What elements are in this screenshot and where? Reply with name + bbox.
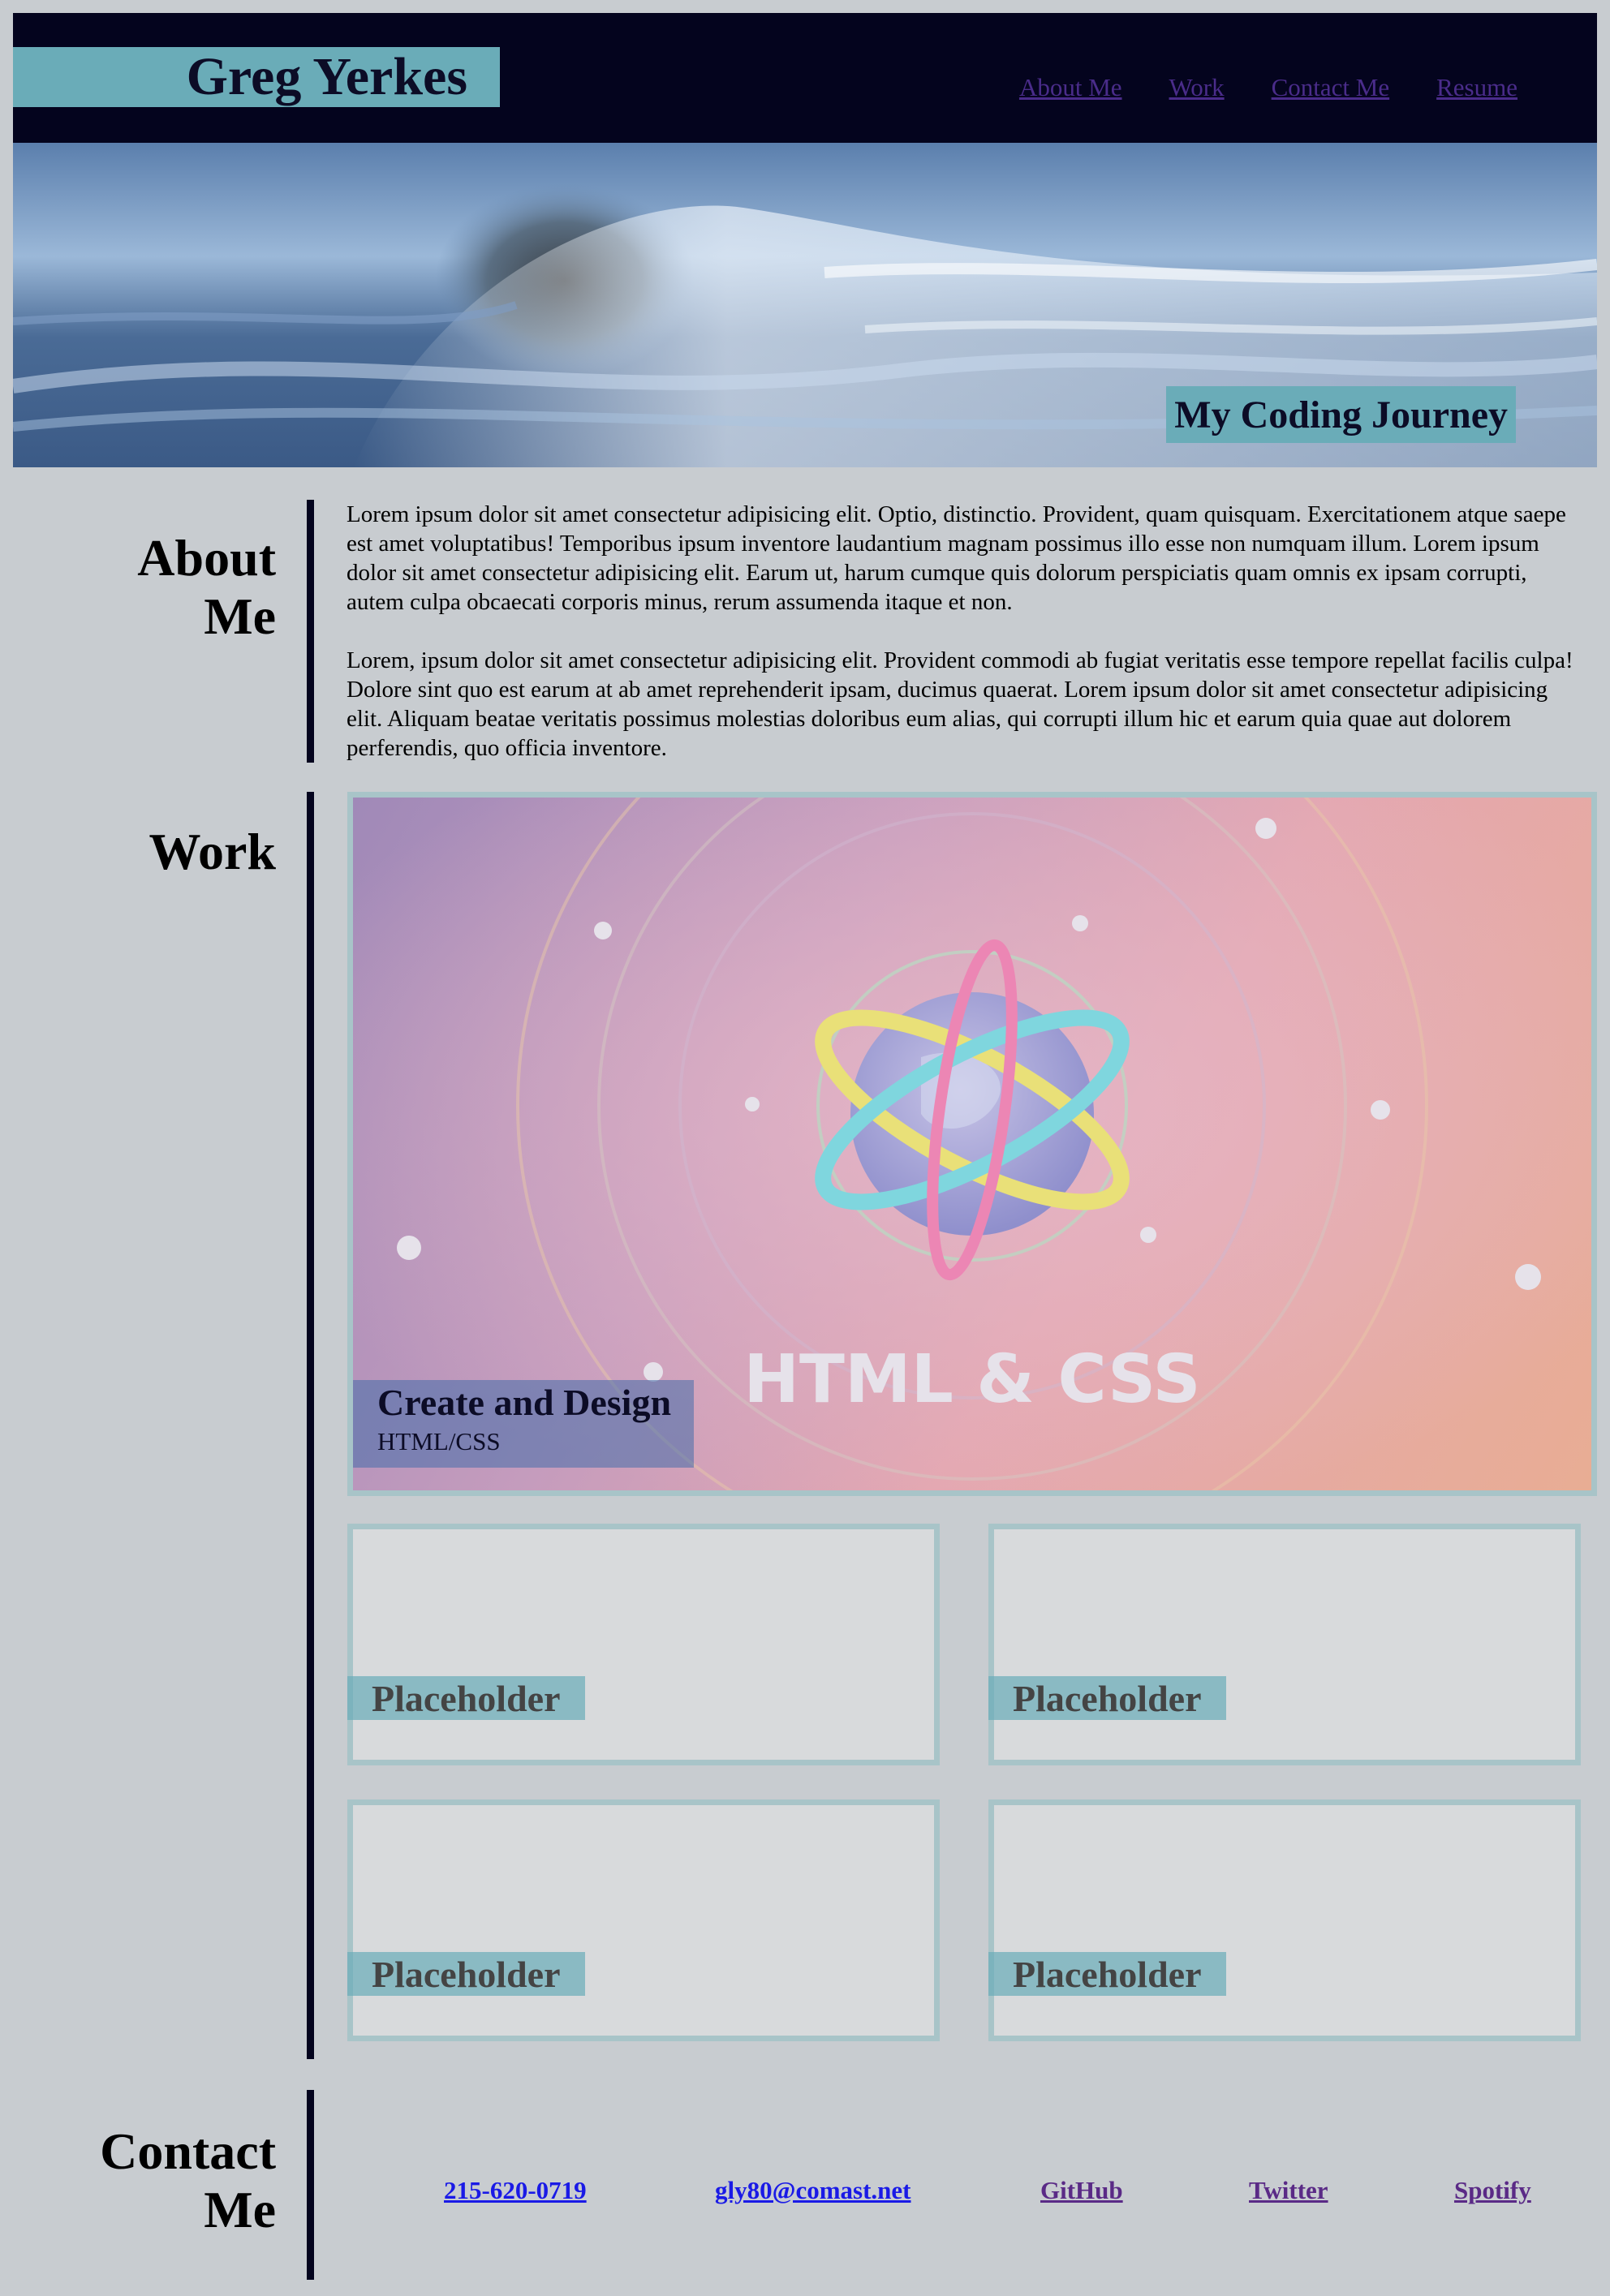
project-card[interactable]: Placeholder	[347, 1799, 940, 2041]
hero-badge: My Coding Journey	[1166, 386, 1516, 443]
work-heading: Work	[149, 823, 276, 880]
featured-project[interactable]: HTML & CSS Create and Design HTML/CSS	[347, 792, 1597, 1496]
project-card-label: Placeholder	[988, 1676, 1226, 1720]
about-divider	[307, 500, 314, 763]
project-card-label: Placeholder	[988, 1952, 1226, 1996]
work-divider	[307, 792, 314, 2059]
nav-contact-me[interactable]: Contact Me	[1272, 73, 1390, 102]
project-card[interactable]: Placeholder	[347, 1524, 940, 1765]
github-link[interactable]: GitHub	[1040, 2176, 1123, 2205]
about-paragraph-2: Lorem, ipsum dolor sit amet consectetur …	[347, 647, 1573, 761]
twitter-link[interactable]: Twitter	[1249, 2176, 1328, 2205]
nav-resume[interactable]: Resume	[1436, 73, 1517, 102]
about-text: Lorem ipsum dolor sit amet consectetur a…	[347, 500, 1588, 792]
about-section: About Me Lorem ipsum dolor sit amet cons…	[13, 467, 1597, 792]
work-section: Work HTML & CSS Create and Design HTML/C…	[13, 792, 1597, 2090]
nav-about-me[interactable]: About Me	[1019, 73, 1122, 102]
featured-project-subtitle: HTML/CSS	[377, 1427, 501, 1455]
nav-work[interactable]: Work	[1169, 73, 1225, 102]
spotify-link[interactable]: Spotify	[1454, 2176, 1531, 2205]
project-card-label: Placeholder	[347, 1952, 585, 1996]
featured-project-label: Create and Design HTML/CSS	[353, 1380, 694, 1468]
site-brand[interactable]: Greg Yerkes	[13, 47, 500, 107]
site-header: Greg Yerkes About Me Work Contact Me Res…	[13, 13, 1597, 143]
page: Greg Yerkes About Me Work Contact Me Res…	[13, 13, 1597, 2280]
contact-section: Contact Me 215-620-0719 gly80@comast.net…	[13, 2090, 1597, 2280]
project-card-label: Placeholder	[347, 1676, 585, 1720]
email-link[interactable]: gly80@comast.net	[715, 2176, 911, 2205]
hero-banner: My Coding Journey	[13, 143, 1597, 467]
html-css-image-text: HTML & CSS	[743, 1341, 1200, 1418]
about-paragraph-1: Lorem ipsum dolor sit amet consectetur a…	[347, 501, 1566, 615]
about-heading: About Me	[137, 529, 276, 645]
phone-link[interactable]: 215-620-0719	[444, 2176, 587, 2205]
project-card[interactable]: Placeholder	[988, 1799, 1581, 2041]
featured-project-title: Create and Design	[377, 1382, 672, 1423]
project-card[interactable]: Placeholder	[988, 1524, 1581, 1765]
main-nav: About Me Work Contact Me Resume	[1019, 73, 1517, 102]
contact-links: 215-620-0719 gly80@comast.net GitHub Twi…	[13, 2090, 1597, 2280]
